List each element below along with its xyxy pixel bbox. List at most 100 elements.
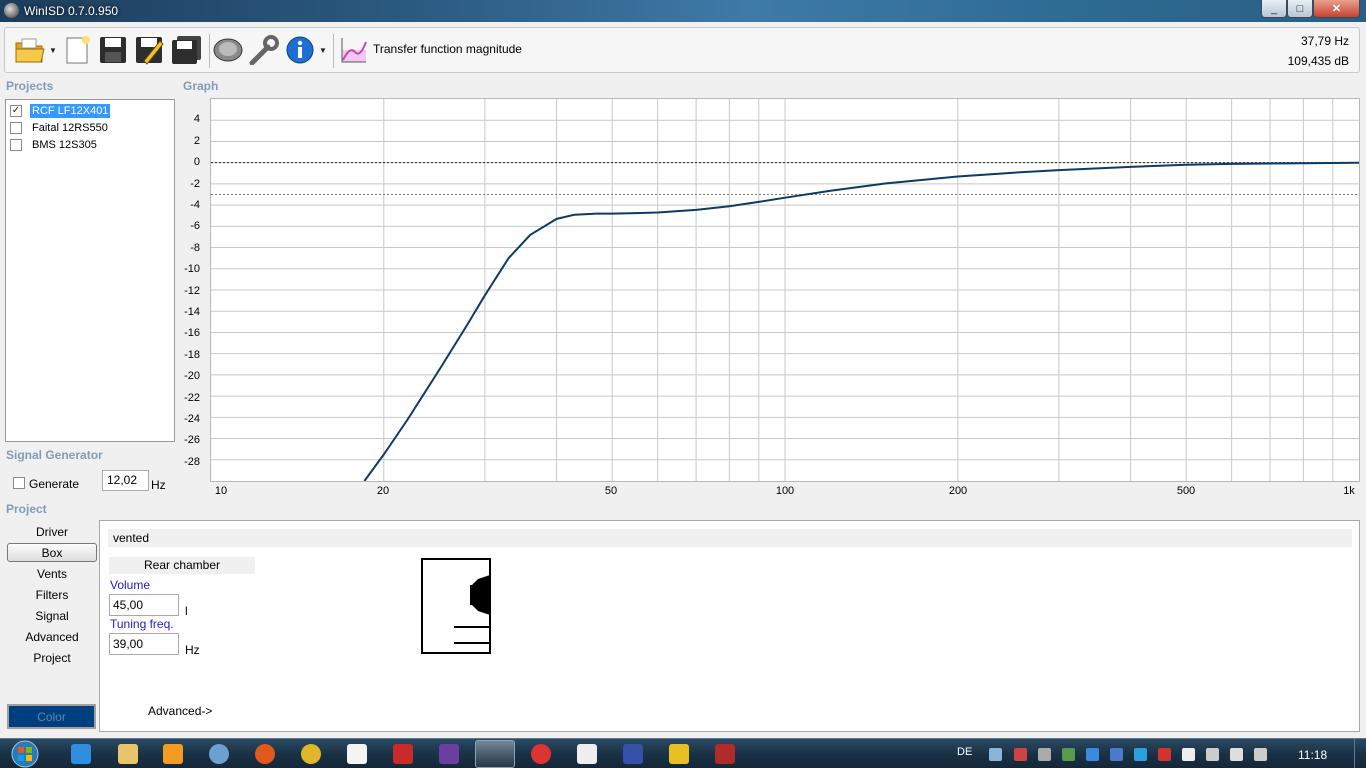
project-checkbox[interactable] [10,138,22,151]
graph-type-icon[interactable] [339,32,369,68]
x-tick-label: 20 [376,485,390,497]
tab-filters[interactable]: Filters [7,585,97,604]
y-tick-label: 4 [193,113,200,125]
driver-icon[interactable] [211,32,245,68]
tray-icon[interactable] [989,748,1002,761]
volume-label: Volume [110,578,151,592]
box-type-label[interactable]: vented [108,529,1352,547]
open-dropdown-caret-icon[interactable]: ▼ [49,46,57,55]
app-icon[interactable] [715,744,735,764]
open-folder-icon[interactable] [13,32,47,68]
tools-icon[interactable] [247,32,281,68]
chrome-icon[interactable] [301,744,321,764]
app-icon[interactable] [577,744,597,764]
y-tick-label: -22 [184,392,200,404]
tab-project[interactable]: Project [7,648,97,667]
rear-chamber-header: Rear chamber [109,557,255,574]
project-item-label: BMS 12S305 [32,138,97,151]
firefox-icon[interactable] [255,744,275,764]
new-document-icon[interactable] [63,32,93,68]
project-item[interactable]: BMS 12S305 [10,137,99,152]
action-center-flag-icon[interactable] [1182,748,1195,761]
project-checkbox[interactable] [10,121,22,134]
y-tick-label: -26 [184,434,200,446]
advanced-link[interactable]: Advanced-> [148,704,212,718]
app-icon [4,3,19,18]
y-tick-label: -14 [184,306,200,318]
start-button[interactable] [5,739,45,768]
tray-icon[interactable] [1086,748,1099,761]
save-all-icon[interactable] [169,32,205,68]
x-tick-label: 200 [948,485,968,497]
project-item-label: RCF LF12X401 [28,102,112,119]
tab-box[interactable]: Box [7,543,97,562]
y-tick-label: -12 [184,285,200,297]
volume-input[interactable]: 45,00 [109,594,179,616]
graph-area[interactable] [210,98,1360,482]
save-as-icon[interactable] [133,32,165,68]
y-tick-label: -6 [190,220,200,232]
x-tick-label: 100 [775,485,795,497]
app-icon[interactable] [669,744,689,764]
tab-driver[interactable]: Driver [7,522,97,541]
app-icon[interactable] [209,744,229,764]
show-desktop-button[interactable] [1354,739,1366,768]
tray-icon[interactable] [1038,748,1051,761]
bluetooth-icon[interactable] [1110,748,1123,761]
tab-signal[interactable]: Signal [7,606,97,625]
response-curve-line [363,161,1360,482]
tray-icon[interactable] [1062,748,1075,761]
info-dropdown-caret-icon[interactable]: ▼ [319,46,327,55]
project-section-title: Project [6,502,47,516]
generate-label: Generate [29,477,80,491]
minimize-button[interactable]: _ [1261,0,1287,18]
tab-vents[interactable]: Vents [7,564,97,583]
generator-frequency-unit: Hz [151,478,166,492]
project-checkbox[interactable]: ✓ [10,104,22,117]
y-tick-label: -8 [190,242,200,254]
rew-icon[interactable] [439,744,459,764]
maximize-button[interactable]: □ [1287,0,1313,18]
x-tick-label: 1k [1343,485,1355,497]
projects-list[interactable]: ✓ RCF LF12X401 Faital 12RS550 BMS 12S305 [5,99,175,442]
tray-icon[interactable] [1014,748,1027,761]
winisd-taskbar-button[interactable] [475,740,515,768]
level-readout: 109,435 dB [1287,54,1349,68]
graph-type-label[interactable]: Transfer function magnitude [373,42,522,56]
taskbar-clock[interactable]: 11:18 [1298,748,1327,762]
document-icon[interactable] [347,744,367,764]
app-icon[interactable] [623,744,643,764]
media-player-icon[interactable] [163,744,183,764]
save-icon[interactable] [97,32,129,68]
projects-section-title: Projects [6,79,54,93]
close-button[interactable]: ✕ [1313,0,1360,18]
app-icon[interactable] [393,744,413,764]
tray-icon[interactable] [1134,748,1147,761]
info-icon[interactable] [283,32,317,68]
transfer-function-chart [211,99,1360,482]
tray-icon[interactable] [1158,748,1171,761]
app-icon[interactable] [531,744,551,764]
y-tick-label: -2 [190,178,200,190]
y-tick-label: -18 [184,349,200,361]
network-signal-icon[interactable] [1230,748,1243,761]
frequency-readout: 37,79 Hz [1300,34,1349,48]
volume-icon[interactable] [1254,748,1267,761]
generate-checkbox[interactable] [13,477,25,489]
y-tick-label: 0 [193,156,200,168]
tray-icon[interactable] [1206,748,1219,761]
y-tick-label: -24 [184,413,200,425]
project-item[interactable]: ✓ RCF LF12X401 [10,102,112,119]
y-tick-label: -4 [190,199,200,211]
y-tick-label: -10 [184,263,200,275]
tab-advanced[interactable]: Advanced [7,627,97,646]
toolbar-separator [333,34,334,68]
tuning-frequency-input[interactable]: 39,00 [109,633,179,655]
color-button[interactable]: Color [7,704,96,729]
file-explorer-icon[interactable] [118,744,138,764]
title-bar[interactable]: WinISD 0.7.0.950 _ □ ✕ [0,0,1366,22]
generator-frequency-input[interactable]: 12,02 [102,470,149,491]
language-indicator[interactable]: DE [957,746,972,758]
internet-explorer-icon[interactable] [71,744,91,764]
project-item[interactable]: Faital 12RS550 [10,120,110,135]
